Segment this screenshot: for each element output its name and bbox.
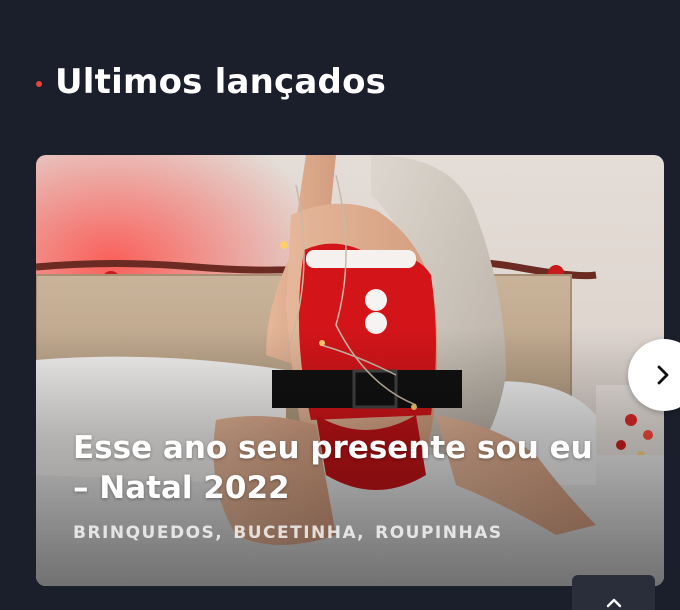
thumbnail-overlay [36,155,664,586]
tag-link[interactable]: BUCETINHA [233,523,357,543]
post-tags: BRINQUEDOS, BUCETINHA, ROUPINHAS [73,523,503,543]
latest-releases-section: Ultimos lançados Esse ano seu presente s… [0,0,680,610]
post-title[interactable]: Esse ano seu presente sou eu – Natal 202… [73,428,613,508]
section-title: Ultimos lançados [55,62,387,102]
tag-separator: , [215,523,224,543]
scroll-to-top-button[interactable] [572,575,655,610]
accent-dot [36,81,42,87]
post-card[interactable]: Esse ano seu presente sou eu – Natal 202… [36,155,664,586]
chevron-up-icon [605,593,623,610]
tag-link[interactable]: BRINQUEDOS [73,523,215,543]
tag-link[interactable]: ROUPINHAS [375,523,503,543]
chevron-right-icon [656,365,670,385]
section-header: Ultimos lançados [36,62,386,102]
tag-separator: , [357,523,366,543]
